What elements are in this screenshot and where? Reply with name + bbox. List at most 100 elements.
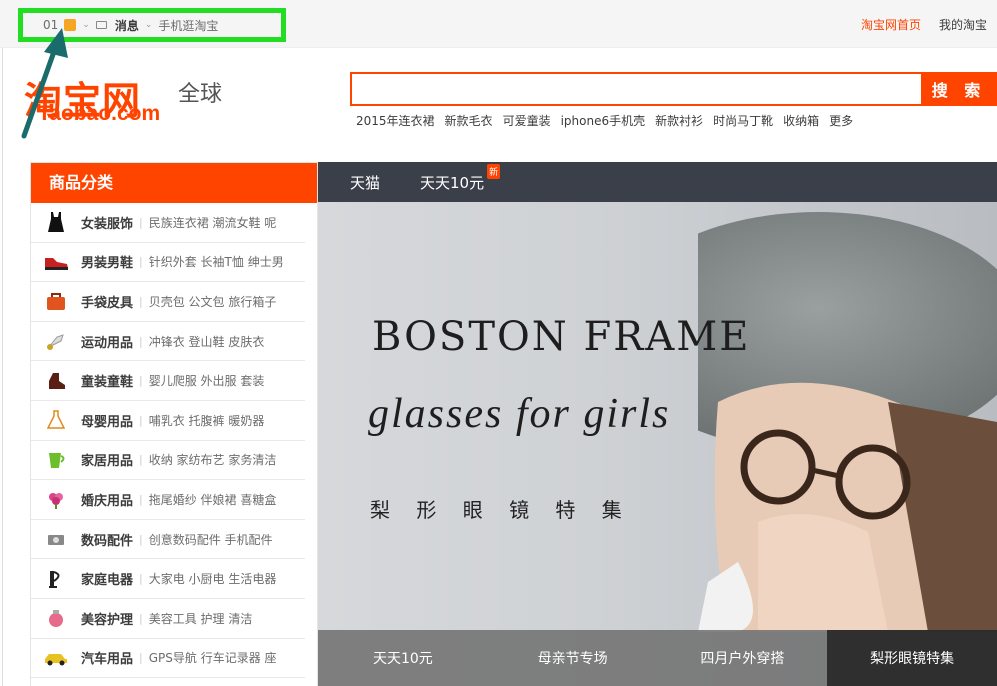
annotation-arrow-icon — [21, 28, 68, 139]
category-sub-links[interactable]: 美容工具 护理 清洁 — [149, 610, 253, 627]
category-divider: | — [139, 255, 143, 269]
category-divider: | — [139, 374, 143, 388]
category-item[interactable]: 手袋皮具 | 贝壳包 公文包 旅行箱子 — [31, 282, 305, 322]
kids-shoe-icon — [43, 370, 69, 392]
category-name[interactable]: 男装男鞋 — [81, 252, 133, 271]
category-divider: | — [139, 611, 143, 625]
category-sub-links[interactable]: 大家电 小厨电 生活电器 — [149, 570, 277, 587]
category-divider: | — [139, 532, 143, 546]
badminton-icon — [43, 330, 69, 352]
category-divider: | — [139, 572, 143, 586]
category-name[interactable]: 婚庆用品 — [81, 490, 133, 509]
category-item[interactable]: 家居用品 | 收纳 家纺布艺 家务清洁 — [31, 441, 305, 481]
category-name[interactable]: 汽车用品 — [81, 648, 133, 667]
mobile-taobao-link[interactable]: 手机逛淘宝 — [158, 17, 218, 34]
hotword-link[interactable]: 新款衬衫 — [655, 112, 703, 129]
baby-bottle-icon — [43, 409, 69, 431]
category-divider: | — [139, 492, 143, 506]
category-sub-links[interactable]: 收纳 家纺布艺 家务清洁 — [149, 451, 277, 468]
category-name[interactable]: 母婴用品 — [81, 411, 133, 430]
banner-tab[interactable]: 四月户外穿搭 — [658, 630, 828, 686]
category-sub-links[interactable]: 贝壳包 公文包 旅行箱子 — [149, 293, 277, 310]
messages-link[interactable]: 消息 — [115, 17, 139, 34]
category-sub-links[interactable]: GPS导航 行车记录器 座 — [149, 649, 277, 666]
nav-tab-tmall[interactable]: 天猫 — [350, 172, 380, 193]
category-item[interactable]: 女装服饰 | 民族连衣裙 潮流女鞋 呢 — [31, 203, 305, 243]
nav-tab-tiantian[interactable]: 天天10元 新 — [420, 163, 501, 193]
chevron-down-icon[interactable]: ⌄ — [145, 20, 153, 30]
category-item[interactable]: 母婴用品 | 哺乳衣 托腹裤 暖奶器 — [31, 401, 305, 441]
category-sub-links[interactable]: 针织外套 长袖T恤 绅士男 — [149, 253, 284, 270]
nav-tab-label: 天天10元 — [420, 173, 485, 192]
category-item[interactable]: 运动用品 | 冲锋衣 登山鞋 皮肤衣 — [31, 322, 305, 362]
cup-icon — [43, 449, 69, 471]
category-sub-links[interactable]: 创意数码配件 手机配件 — [149, 531, 273, 548]
main-nav: 天猫 天天10元 新 — [318, 162, 997, 202]
category-item[interactable]: 汽车用品 | GPS导航 行车记录器 座 — [31, 639, 305, 679]
category-item[interactable]: 家庭电器 | 大家电 小厨电 生活电器 — [31, 559, 305, 599]
banner-tab[interactable]: 母亲节专场 — [488, 630, 658, 686]
search-input[interactable] — [350, 72, 921, 106]
category-sidebar: 商品分类 女装服饰 | 民族连衣裙 潮流女鞋 呢 男装男鞋 | 针织外套 长袖T… — [30, 162, 318, 686]
category-divider: | — [139, 334, 143, 348]
logo-global: 全球 — [178, 82, 223, 107]
cosmetics-icon — [43, 607, 69, 629]
category-item[interactable]: 婚庆用品 | 拖尾婚纱 伴娘裙 喜糖盒 — [31, 480, 305, 520]
hotword-link[interactable]: 新款毛衣 — [445, 112, 493, 129]
category-name[interactable]: 美容护理 — [81, 609, 133, 628]
hotword-link[interactable]: 2015年连衣裙 — [356, 112, 435, 129]
car-icon — [43, 647, 69, 669]
flower-icon — [43, 488, 69, 510]
category-divider: | — [139, 453, 143, 467]
category-item[interactable]: 男装男鞋 | 针织外套 长袖T恤 绅士男 — [31, 243, 305, 283]
hot-keywords: 2015年连衣裙 新款毛衣 可爱童装 iphone6手机壳 新款衬衫 时尚马丁靴… — [356, 112, 853, 129]
hotword-link[interactable]: 收纳箱 — [783, 112, 819, 129]
topbar-links: 淘宝网首页 我的淘宝 — [861, 16, 987, 33]
category-sub-links[interactable]: 冲锋衣 登山鞋 皮肤衣 — [149, 333, 265, 350]
camera-icon — [43, 528, 69, 550]
hotword-link[interactable]: 可爱童装 — [503, 112, 551, 129]
category-name[interactable]: 数码配件 — [81, 530, 133, 549]
top-bar: 01 ⌄ 消息 ⌄ 手机逛淘宝 淘宝网首页 我的淘宝 — [0, 0, 997, 48]
category-sub-links[interactable]: 婴儿爬服 外出服 套装 — [149, 372, 265, 389]
search-bar: 搜 索 — [350, 72, 997, 106]
hotword-link[interactable]: iphone6手机壳 — [561, 112, 646, 129]
banner-cn-title: 梨 形 眼 镜 特 集 — [370, 498, 632, 522]
banner-tabs: 天天10元 母亲节专场 四月户外穿搭 梨形眼镜特集 — [318, 630, 997, 686]
category-sub-links[interactable]: 拖尾婚纱 伴娘裙 喜糖盒 — [149, 491, 277, 508]
taobao-home-link[interactable]: 淘宝网首页 — [861, 16, 921, 33]
category-title: 商品分类 — [31, 163, 317, 203]
category-name[interactable]: 家居用品 — [81, 450, 133, 469]
appliance-icon — [43, 568, 69, 590]
hotword-more-link[interactable]: 更多 — [829, 112, 853, 129]
category-divider: | — [139, 651, 143, 665]
category-sub-links[interactable]: 哺乳衣 托腹裤 暖奶器 — [149, 412, 265, 429]
banner-tab[interactable]: 天天10元 — [318, 630, 488, 686]
category-item[interactable]: 数码配件 | 创意数码配件 手机配件 — [31, 520, 305, 560]
banner-model-photo — [698, 212, 997, 632]
category-item[interactable]: 童装童鞋 | 婴儿爬服 外出服 套装 — [31, 361, 305, 401]
category-divider: | — [139, 413, 143, 427]
hero-banner[interactable]: BOSTON FRAME glasses for girls 梨 形 眼 镜 特… — [318, 202, 997, 686]
category-divider: | — [139, 294, 143, 308]
left-edge-line — [2, 0, 3, 686]
category-item[interactable]: 美容护理 | 美容工具 护理 清洁 — [31, 599, 305, 639]
hotword-link[interactable]: 时尚马丁靴 — [713, 112, 773, 129]
category-name[interactable]: 运动用品 — [81, 332, 133, 351]
category-name[interactable]: 家庭电器 — [81, 569, 133, 588]
banner-title: BOSTON FRAME — [372, 314, 751, 360]
bag-icon — [43, 290, 69, 312]
category-divider: | — [139, 215, 143, 229]
banner-subtitle: glasses for girls — [368, 391, 671, 437]
message-icon[interactable] — [95, 21, 107, 29]
banner-tab-active[interactable]: 梨形眼镜特集 — [827, 630, 997, 686]
category-sub-links[interactable]: 民族连衣裙 潮流女鞋 呢 — [149, 214, 277, 231]
shoe-icon — [43, 251, 69, 273]
category-name[interactable]: 女装服饰 — [81, 213, 133, 232]
category-name[interactable]: 童装童鞋 — [81, 371, 133, 390]
dress-icon — [43, 211, 69, 233]
category-name[interactable]: 手袋皮具 — [81, 292, 133, 311]
search-button[interactable]: 搜 索 — [921, 72, 997, 106]
new-badge: 新 — [487, 163, 501, 179]
my-taobao-link[interactable]: 我的淘宝 — [939, 16, 987, 33]
